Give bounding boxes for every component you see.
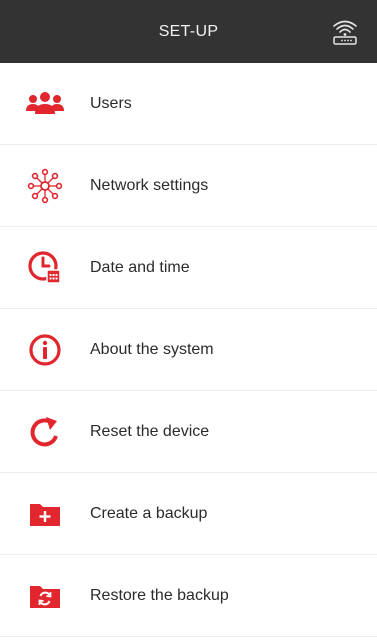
menu-item-create-a-backup[interactable]: Create a backup [0,473,377,555]
menu-item-label: Date and time [90,258,190,276]
top-bar: SET-UP [0,0,377,63]
menu-item-label: About the system [90,340,214,358]
menu-item-reset-the-device[interactable]: Reset the device [0,391,377,473]
network-icon [27,168,63,203]
setup-menu: Users Network settings Date and time Abo… [0,63,377,643]
info-icon [29,333,61,366]
menu-item-date-and-time[interactable]: Date and time [0,227,377,309]
menu-item-users[interactable]: Users [0,63,377,145]
users-icon [26,91,64,114]
menu-item-label: Users [90,94,132,112]
menu-item-network-settings[interactable]: Network settings [0,145,377,227]
setup-screen: SET-UP Users Network settings Date and t… [0,0,377,643]
clock-calendar-icon [28,250,61,284]
menu-item-about-the-system[interactable]: About the system [0,309,377,391]
wifi-router-icon[interactable] [331,17,359,47]
folder-restore-icon [30,585,60,608]
menu-item-restore-the-backup[interactable]: Restore the backup [0,555,377,637]
reset-icon [30,416,58,446]
menu-item-label: Reset the device [90,422,210,440]
menu-item-label: Create a backup [90,504,208,522]
menu-item-label: Restore the backup [90,586,229,604]
page-title: SET-UP [158,23,219,40]
folder-plus-icon [30,503,60,526]
menu-item-label: Network settings [90,176,209,194]
